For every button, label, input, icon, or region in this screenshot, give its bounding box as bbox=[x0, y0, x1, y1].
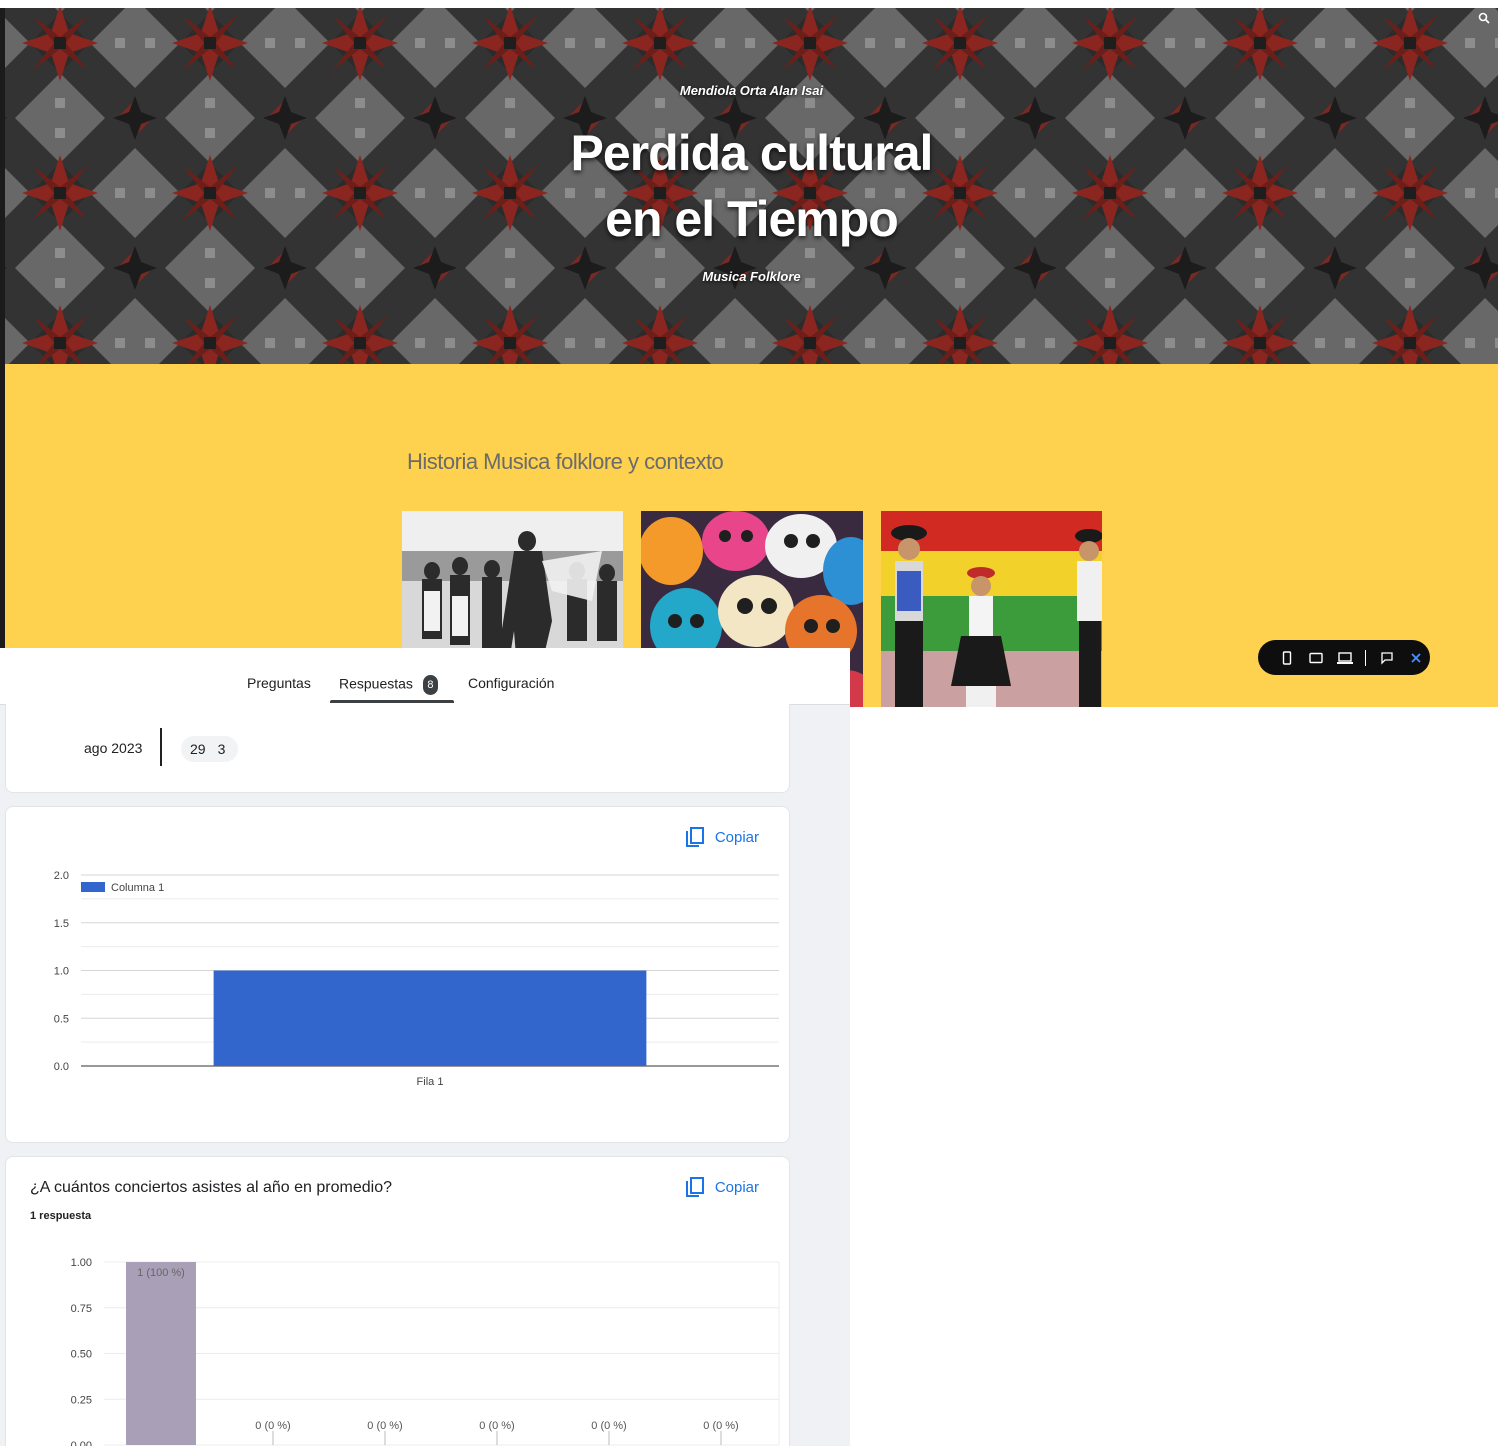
y-tick-label: 0.0 bbox=[54, 1061, 69, 1073]
y-tick-label: 1.0 bbox=[54, 966, 69, 978]
response-bar bbox=[126, 1262, 196, 1445]
y-tick-label: 1.5 bbox=[54, 918, 69, 930]
hero-title: Perdida cultural en el Tiempo bbox=[5, 120, 1498, 252]
section-heading: Historia Musica folklore y contexto bbox=[407, 449, 724, 474]
date-divider bbox=[160, 728, 162, 766]
site-preview: Mendiola Orta Alan Isai Perdida cultural… bbox=[0, 8, 1498, 707]
grid-chart-card: Copiar 2.0 1.5 1.0 0.5 0.0 Fila 1 Columna 1 bbox=[5, 806, 790, 1143]
y-tick-label: 1.00 bbox=[71, 1257, 92, 1269]
copy-label: Copiar bbox=[714, 828, 759, 846]
toolbar-divider bbox=[1365, 649, 1366, 666]
laptop-icon[interactable] bbox=[1330, 648, 1359, 668]
y-tick-label: 0.75 bbox=[71, 1303, 92, 1315]
x-tick-label: Fila 1 bbox=[417, 1076, 444, 1088]
y-tick-label: 2.0 bbox=[54, 870, 69, 882]
hero-title-line1: Perdida cultural bbox=[570, 125, 934, 181]
bar-data-label: 0 (0 %) bbox=[703, 1420, 738, 1432]
close-icon[interactable] bbox=[1401, 648, 1430, 668]
y-tick-label: 0.25 bbox=[71, 1394, 92, 1406]
question-title: ¿A cuántos conciertos asistes al año en … bbox=[30, 1179, 392, 1196]
feedback-icon[interactable] bbox=[1372, 648, 1401, 668]
tabs-bar: Preguntas Respuestas 8 Configuración bbox=[0, 648, 850, 705]
responses-count-badge: 8 bbox=[422, 675, 438, 695]
costume-dancers-photo[interactable] bbox=[881, 511, 1102, 707]
date-day: 29 bbox=[190, 741, 206, 757]
legend-swatch bbox=[81, 882, 105, 892]
copy-icon bbox=[685, 827, 704, 847]
copy-question-chart-button[interactable]: Copiar bbox=[685, 1177, 759, 1197]
hero-author: Mendiola Orta Alan Isai bbox=[679, 83, 824, 98]
question-bar-chart: 1.00 0.75 0.50 0.25 0.00 1 (100 %) 0 (0 %) 0 (0… bbox=[71, 1257, 780, 1446]
legend-label: Columna 1 bbox=[111, 882, 164, 894]
grid-bar-chart: 2.0 1.5 1.0 0.5 0.0 Fila 1 Columna 1 bbox=[54, 870, 779, 1088]
response-count: 1 respuesta bbox=[30, 1210, 92, 1222]
search-icon[interactable] bbox=[1478, 12, 1490, 24]
tab-responses[interactable]: Respuestas 8 bbox=[339, 675, 438, 695]
copy-chart-button[interactable]: Copiar bbox=[685, 827, 759, 847]
bar-data-label: 0 (0 %) bbox=[367, 1420, 402, 1432]
andean-dancers-image bbox=[881, 511, 1102, 707]
question-card: ¿A cuántos conciertos asistes al año en … bbox=[5, 1156, 790, 1446]
hero-subtitle: Musica Folklore bbox=[702, 269, 801, 284]
date-response-card: ago 2023 29 3 bbox=[5, 704, 790, 793]
bar-data-label: 1 (100 %) bbox=[137, 1267, 185, 1279]
copy-icon bbox=[685, 1177, 704, 1197]
bar-data-label: 0 (0 %) bbox=[591, 1420, 626, 1432]
bar-columna-1 bbox=[213, 970, 647, 1066]
hero-title-line2: en el Tiempo bbox=[605, 191, 899, 247]
date-count: 3 bbox=[217, 741, 226, 757]
y-tick-label: 0.5 bbox=[54, 1013, 69, 1025]
date-month: ago 2023 bbox=[84, 740, 143, 756]
tablet-icon[interactable] bbox=[1301, 648, 1330, 668]
date-day-chip: 29 3 bbox=[181, 736, 238, 762]
tab-responses-label: Respuestas bbox=[339, 675, 413, 692]
bar-data-label: 0 (0 %) bbox=[479, 1420, 514, 1432]
preview-toolbar bbox=[1258, 640, 1430, 675]
copy-label: Copiar bbox=[714, 1178, 759, 1196]
bar-data-label: 0 (0 %) bbox=[255, 1420, 290, 1432]
tab-settings[interactable]: Configuración bbox=[468, 675, 554, 691]
hero-banner: Mendiola Orta Alan Isai Perdida cultural… bbox=[5, 8, 1498, 364]
tab-questions[interactable]: Preguntas bbox=[247, 675, 311, 691]
forms-responses-panel: Preguntas Respuestas 8 Configuración ago … bbox=[0, 648, 850, 1446]
y-tick-label: 0.00 bbox=[71, 1440, 92, 1446]
y-tick-label: 0.50 bbox=[71, 1349, 92, 1361]
tab-active-indicator bbox=[330, 700, 454, 703]
phone-icon[interactable] bbox=[1272, 648, 1301, 668]
